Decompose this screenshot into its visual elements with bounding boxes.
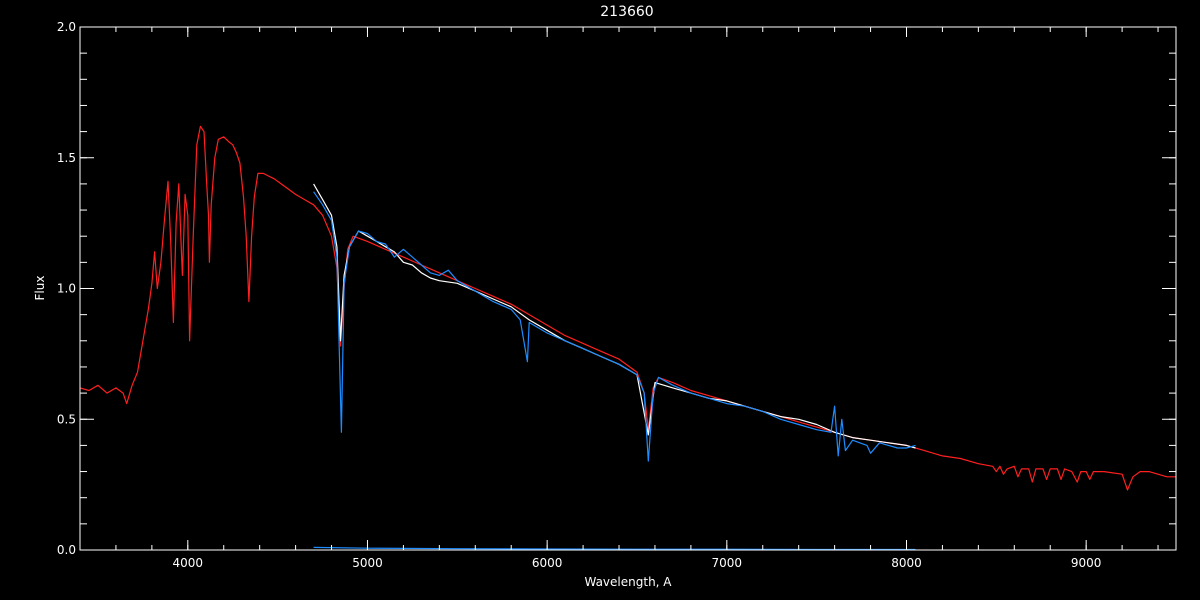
y-tick-label: 1.5 [57,151,76,165]
x-tick-label: 8000 [891,556,922,570]
y-tick-label: 2.0 [57,20,76,34]
x-tick-label: 5000 [352,556,383,570]
x-axis-label: Wavelength, A [584,575,672,589]
y-tick-label: 0.0 [57,543,76,557]
x-tick-label: 9000 [1071,556,1102,570]
x-tick-label: 6000 [532,556,563,570]
chart-background [0,0,1200,600]
x-tick-label: 7000 [712,556,743,570]
spectrum-chart: 213660 4000 5000 6000 7000 8000 9000 0.0 0.5 1.0… [0,0,1200,600]
y-axis-label: Flux [33,276,47,301]
y-tick-label: 0.5 [57,412,76,426]
y-tick-label: 1.0 [57,282,76,296]
x-tick-label: 4000 [173,556,204,570]
chart-title: 213660 [600,4,653,20]
